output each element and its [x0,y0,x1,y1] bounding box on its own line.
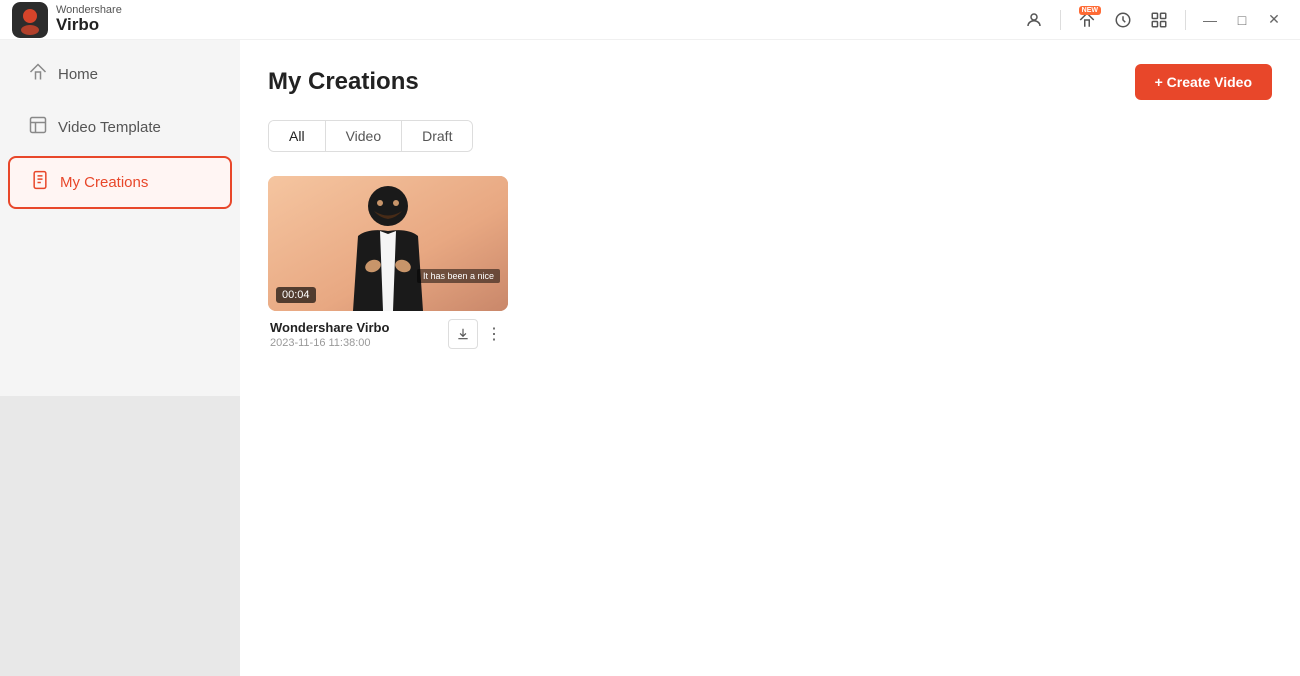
app-branding: Wondershare Virbo [12,2,122,38]
sidebar-home-label: Home [58,66,98,83]
video-actions: ⋮ [448,319,506,349]
video-grid: It has been a nice 00:04 Wondershare Vir… [268,176,1272,349]
close-button[interactable]: ✕ [1260,6,1288,34]
create-video-button[interactable]: + Create Video [1135,64,1272,100]
new-badge: NEW [1079,6,1101,15]
content-header: My Creations + Create Video [268,64,1272,100]
template-icon [28,115,48,140]
home-icon-btn[interactable]: NEW [1071,4,1103,36]
page-title: My Creations [268,68,419,96]
duration-badge: 00:04 [276,287,316,303]
sidebar-item-my-creations[interactable]: My Creations [8,156,232,209]
apps-icon-btn[interactable] [1143,4,1175,36]
sidebar-template-label: Video Template [58,119,161,136]
creations-icon [30,170,50,195]
title-bar: Wondershare Virbo NEW — □ ✕ [0,0,1300,40]
maximize-button[interactable]: □ [1228,6,1256,34]
sidebar-bottom-area [0,396,240,676]
main-layout: Home Video Template My Creations My Crea… [0,40,1300,676]
video-date: 2023-11-16 11:38:00 [270,337,448,349]
video-title-area: Wondershare Virbo 2023-11-16 11:38:00 [270,320,448,349]
video-info: Wondershare Virbo 2023-11-16 11:38:00 ⋮ [268,319,508,349]
subtitle-text: It has been a nice [417,269,500,283]
sidebar-creations-label: My Creations [60,174,148,191]
separator2 [1185,10,1186,30]
minimize-button[interactable]: — [1196,6,1224,34]
separator [1060,10,1061,30]
app-name-bottom: Virbo [56,16,122,35]
video-thumbnail[interactable]: It has been a nice 00:04 [268,176,508,311]
sidebar-item-home[interactable]: Home [8,50,232,99]
history-icon-btn[interactable] [1107,4,1139,36]
video-title: Wondershare Virbo [270,320,448,335]
title-bar-right: NEW — □ ✕ [1018,4,1288,36]
download-button[interactable] [448,319,478,349]
sidebar: Home Video Template My Creations [0,40,240,676]
tab-video[interactable]: Video [326,121,403,151]
user-icon-btn[interactable] [1018,4,1050,36]
app-name: Wondershare Virbo [56,4,122,35]
more-options-button[interactable]: ⋮ [482,322,506,346]
tab-draft[interactable]: Draft [402,121,472,151]
sidebar-item-video-template[interactable]: Video Template [8,103,232,152]
content-area: My Creations + Create Video All Video Dr… [240,40,1300,676]
tab-all[interactable]: All [269,121,326,151]
home-icon [28,62,48,87]
video-card: It has been a nice 00:04 Wondershare Vir… [268,176,508,349]
tabs-bar: All Video Draft [268,120,473,152]
app-logo [12,2,48,38]
